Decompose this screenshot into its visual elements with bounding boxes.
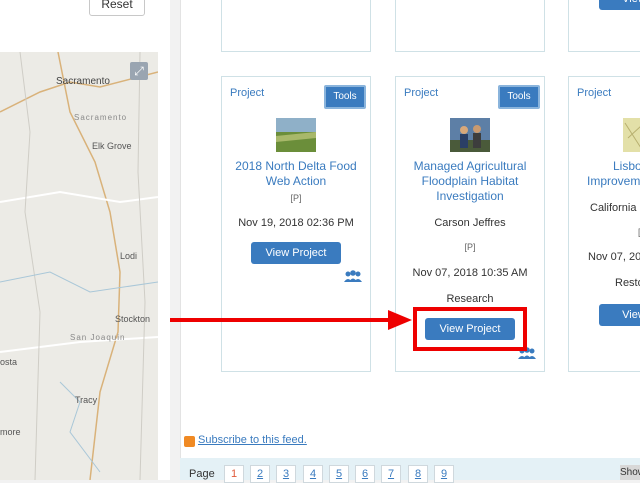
project-title-line: Improveme <box>587 174 640 188</box>
project-card-top-1 <box>221 0 371 52</box>
card-type-label: Project <box>404 87 439 99</box>
map-label-livermore: more <box>0 427 21 437</box>
pagination: Page 1 2 3 4 5 6 7 8 9 <box>180 458 640 483</box>
project-org: California <box>590 202 637 214</box>
view-project-button[interactable]: View <box>599 304 640 326</box>
page-link-7[interactable]: 7 <box>381 465 401 483</box>
project-thumbnail[interactable] <box>276 118 316 152</box>
privacy-label: [P] <box>464 242 476 252</box>
page-link-2[interactable]: 2 <box>250 465 270 483</box>
page-link-5[interactable]: 5 <box>329 465 349 483</box>
project-thumbnail[interactable] <box>450 118 490 152</box>
project-category: Resto <box>615 277 640 289</box>
project-title-line: Lisbo <box>613 159 640 173</box>
subscribe-feed-link[interactable]: Subscribe to this feed. <box>198 434 307 446</box>
map-label-lodi: Lodi <box>120 251 138 261</box>
rss-icon[interactable] <box>184 436 195 447</box>
project-card-top-2 <box>395 0 545 52</box>
view-project-button[interactable]: View <box>599 0 640 10</box>
page-link-6[interactable]: 6 <box>355 465 375 483</box>
map-label-sacramento: Sacramento <box>56 76 110 87</box>
reset-button[interactable]: Reset <box>89 0 145 16</box>
map-label-tracy: Tracy <box>75 395 98 405</box>
project-person: Carson Jeffres <box>434 217 506 229</box>
map-label-elk-grove: Elk Grove <box>92 141 132 151</box>
page-link-3[interactable]: 3 <box>276 465 296 483</box>
project-card-top-3: View <box>568 0 640 52</box>
page-link-8[interactable]: 8 <box>408 465 428 483</box>
tools-button[interactable]: Tools <box>324 85 366 109</box>
privacy-label: [P] <box>290 193 302 203</box>
map-label-stockton: Stockton <box>115 314 151 324</box>
card-type-label: Project <box>230 87 265 99</box>
card-type-label: Project <box>577 87 612 99</box>
page-link-9[interactable]: 9 <box>434 465 454 483</box>
expand-icon[interactable]: ⤢ <box>130 62 148 80</box>
project-date: Nov 07, 2018 10:35 AM <box>412 267 528 279</box>
page-link-4[interactable]: 4 <box>303 465 323 483</box>
filter-panel: Reset Sacramento Sacramento Elk Grove Lo… <box>0 0 170 480</box>
page-label: Page <box>189 468 215 480</box>
annotation-highlight <box>413 307 527 351</box>
project-title-link[interactable]: Lisbo Improveme <box>581 159 640 189</box>
map-label-sacramento-county: Sacramento <box>74 113 128 122</box>
map[interactable]: Sacramento Sacramento Elk Grove Lodi Sto… <box>0 52 158 480</box>
page-link-1[interactable]: 1 <box>224 465 244 483</box>
project-card: Project Lisbo Improveme California [ Nov… <box>568 76 640 372</box>
project-title-link[interactable]: Managed Agricultural Floodplain Habitat … <box>396 159 544 204</box>
project-category: Research <box>446 293 494 305</box>
map-label-contra-costa: osta <box>0 357 18 367</box>
team-icon <box>344 270 362 282</box>
project-date: Nov 07, 20 <box>588 251 640 263</box>
project-thumbnail[interactable] <box>623 118 640 152</box>
panel-divider <box>170 0 180 480</box>
project-title-link[interactable]: 2018 North Delta Food Web Action <box>222 159 370 189</box>
map-label-san-joaquin: San Joaquin <box>70 333 126 342</box>
project-date: Nov 19, 2018 02:36 PM <box>238 217 354 229</box>
show-button[interactable]: Show <box>620 465 640 480</box>
annotation-arrow-icon <box>170 310 412 330</box>
view-project-button[interactable]: View Project <box>251 242 341 264</box>
tools-button[interactable]: Tools <box>498 85 540 109</box>
